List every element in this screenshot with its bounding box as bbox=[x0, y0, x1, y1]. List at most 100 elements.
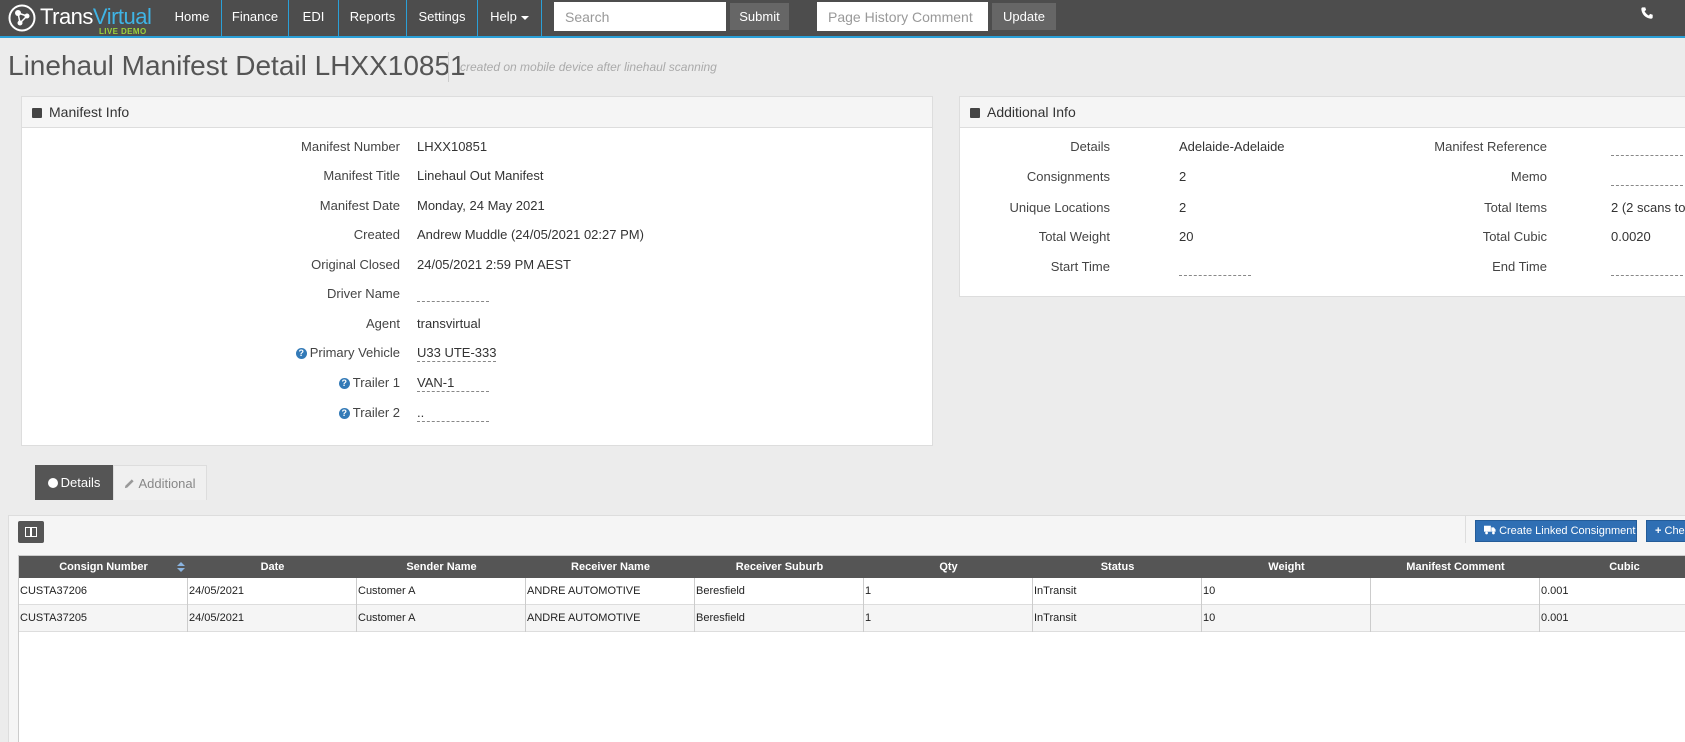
label-original-closed: Original Closed bbox=[311, 257, 400, 272]
nav-reports[interactable]: Reports bbox=[338, 0, 406, 36]
col-weight[interactable]: Weight bbox=[1202, 556, 1371, 578]
label-driver-name: Driver Name bbox=[327, 286, 400, 301]
manifest-info-heading: Manifest Info bbox=[49, 104, 130, 120]
col-qty[interactable]: Qty bbox=[864, 556, 1033, 578]
create-linked-consignment-label: Create Linked Consignment bbox=[1499, 525, 1636, 537]
cell-receiver-suburb: Beresfield bbox=[695, 578, 864, 605]
cell-manifest-comment bbox=[1371, 605, 1540, 632]
label-start-time: Start Time bbox=[1050, 259, 1110, 274]
col-status[interactable]: Status bbox=[1033, 556, 1202, 578]
col-receiver-name[interactable]: Receiver Name bbox=[526, 556, 695, 578]
label-trailer-2: ? Trailer 2 bbox=[338, 405, 400, 420]
col-sender-name[interactable]: Sender Name bbox=[357, 556, 526, 578]
pencil-icon bbox=[125, 479, 135, 489]
nav-home[interactable]: Home bbox=[162, 0, 222, 36]
value-manifest-reference[interactable] bbox=[1611, 139, 1683, 156]
cell-cubic: 0.001 bbox=[1541, 585, 1569, 597]
manifest-info-header: Manifest Info bbox=[22, 97, 932, 128]
label-trailer-1-text: Trailer 1 bbox=[352, 375, 400, 390]
label-created: Created bbox=[353, 227, 400, 242]
col-receiver-suburb[interactable]: Receiver Suburb bbox=[695, 556, 864, 578]
submit-button[interactable]: Submit bbox=[730, 3, 789, 30]
nav-help[interactable]: Help bbox=[477, 0, 542, 36]
cell-status: InTransit bbox=[1033, 578, 1202, 605]
col-manifest-comment[interactable]: Manifest Comment bbox=[1371, 556, 1540, 578]
label-manifest-reference: Manifest Reference bbox=[1434, 139, 1547, 154]
panel-square-icon bbox=[970, 108, 980, 118]
label-end-time: End Time bbox=[1492, 259, 1547, 274]
page-subtitle-note: created on mobile device after linehaul … bbox=[460, 60, 717, 74]
label-trailer-1: ? Trailer 1 bbox=[338, 375, 400, 390]
page-title: Linehaul Manifest Detail LHXX10851 bbox=[8, 50, 466, 81]
col-consign-number[interactable]: Consign Number bbox=[19, 556, 188, 578]
cell-date: 24/05/2021 bbox=[188, 578, 357, 605]
cell-manifest-comment bbox=[1371, 578, 1540, 605]
label-manifest-date: Manifest Date bbox=[319, 198, 400, 213]
cell-receiver-name: ANDRE AUTOMOTIVE bbox=[526, 605, 695, 632]
value-manifest-title: Linehaul Out Manifest bbox=[417, 168, 544, 183]
cell-sender-name: Customer A bbox=[357, 578, 526, 605]
value-trailer-1[interactable]: VAN-1 bbox=[417, 375, 489, 392]
logo-subtitle: LIVE DEMO bbox=[99, 27, 147, 36]
search-input[interactable] bbox=[554, 2, 726, 31]
cell-weight: 10 bbox=[1202, 605, 1371, 632]
cell-status: InTransit bbox=[1033, 605, 1202, 632]
check-button-label: Che bbox=[1664, 525, 1685, 537]
phone-icon[interactable] bbox=[1640, 6, 1654, 20]
page-history-comment-input[interactable] bbox=[817, 2, 988, 31]
sort-icon[interactable] bbox=[177, 562, 185, 572]
label-unique-locations: Unique Locations bbox=[1009, 200, 1110, 215]
cell-qty: 1 bbox=[864, 605, 1033, 632]
value-total-cubic: 0.0020 bbox=[1611, 229, 1651, 244]
column-toggle-button[interactable] bbox=[18, 521, 44, 543]
value-total-items: 2 (2 scans total) bbox=[1611, 200, 1685, 215]
cell-receiver-suburb: Beresfield bbox=[695, 605, 864, 632]
nav-settings[interactable]: Settings bbox=[406, 0, 477, 36]
toolbar-divider bbox=[1465, 515, 1466, 543]
update-button[interactable]: Update bbox=[992, 3, 1056, 30]
col-date[interactable]: Date bbox=[188, 556, 357, 578]
nav-help-label: Help bbox=[490, 9, 517, 24]
nav-finance[interactable]: Finance bbox=[221, 0, 288, 36]
tab-additional-label: Additional bbox=[138, 476, 196, 491]
value-memo[interactable] bbox=[1611, 169, 1683, 186]
cell-receiver-name: ANDRE AUTOMOTIVE bbox=[526, 578, 695, 605]
value-start-time[interactable] bbox=[1179, 259, 1251, 276]
label-manifest-title: Manifest Title bbox=[323, 168, 400, 183]
value-unique-locations: 2 bbox=[1179, 200, 1187, 215]
value-consignments: 2 bbox=[1179, 169, 1187, 184]
nav-edi[interactable]: EDI bbox=[288, 0, 338, 36]
additional-info-heading: Additional Info bbox=[987, 104, 1076, 120]
transvirtual-logo[interactable]: TransVirtual LIVE DEMO bbox=[8, 2, 168, 36]
value-end-time[interactable] bbox=[1611, 259, 1683, 276]
panel-square-icon bbox=[32, 108, 42, 118]
label-trailer-2-text: Trailer 2 bbox=[352, 405, 400, 420]
columns-icon bbox=[25, 527, 37, 537]
label-total-weight: Total Weight bbox=[1038, 229, 1110, 244]
help-icon[interactable]: ? bbox=[338, 408, 350, 419]
cell-cubic: 0.001 bbox=[1541, 612, 1569, 624]
help-icon[interactable]: ? bbox=[338, 378, 350, 389]
table-row[interactable]: CUSTA37205 24/05/2021 Customer A ANDRE A… bbox=[19, 605, 1685, 632]
cell-sender-name: Customer A bbox=[357, 605, 526, 632]
check-button[interactable]: + Che bbox=[1646, 520, 1685, 542]
grid-header: Consign Number Date Sender Name Receiver… bbox=[19, 556, 1685, 578]
value-manifest-number: LHXX10851 bbox=[417, 139, 488, 154]
tab-details[interactable]: Details bbox=[35, 465, 113, 500]
create-linked-consignment-button[interactable]: Create Linked Consignment bbox=[1475, 520, 1637, 542]
value-details: Adelaide-Adelaide bbox=[1179, 139, 1285, 154]
value-created: Andrew Muddle (24/05/2021 02:27 PM) bbox=[417, 227, 644, 242]
value-trailer-2[interactable]: .. bbox=[417, 405, 489, 422]
value-primary-vehicle[interactable]: U33 UTE-333 bbox=[417, 345, 497, 362]
tab-details-label: Details bbox=[60, 475, 101, 490]
help-icon[interactable]: ? bbox=[295, 348, 307, 359]
cell-date: 24/05/2021 bbox=[188, 605, 357, 632]
cell-consign-number: CUSTA37206 bbox=[19, 578, 188, 605]
label-memo: Memo bbox=[1510, 169, 1547, 184]
cell-qty: 1 bbox=[864, 578, 1033, 605]
value-original-closed: 24/05/2021 2:59 PM AEST bbox=[417, 257, 571, 272]
tab-additional[interactable]: Additional bbox=[113, 465, 207, 500]
table-row[interactable]: CUSTA37206 24/05/2021 Customer A ANDRE A… bbox=[19, 578, 1685, 605]
value-driver-name[interactable] bbox=[417, 285, 489, 302]
col-cubic[interactable]: Cubic bbox=[1540, 556, 1685, 578]
